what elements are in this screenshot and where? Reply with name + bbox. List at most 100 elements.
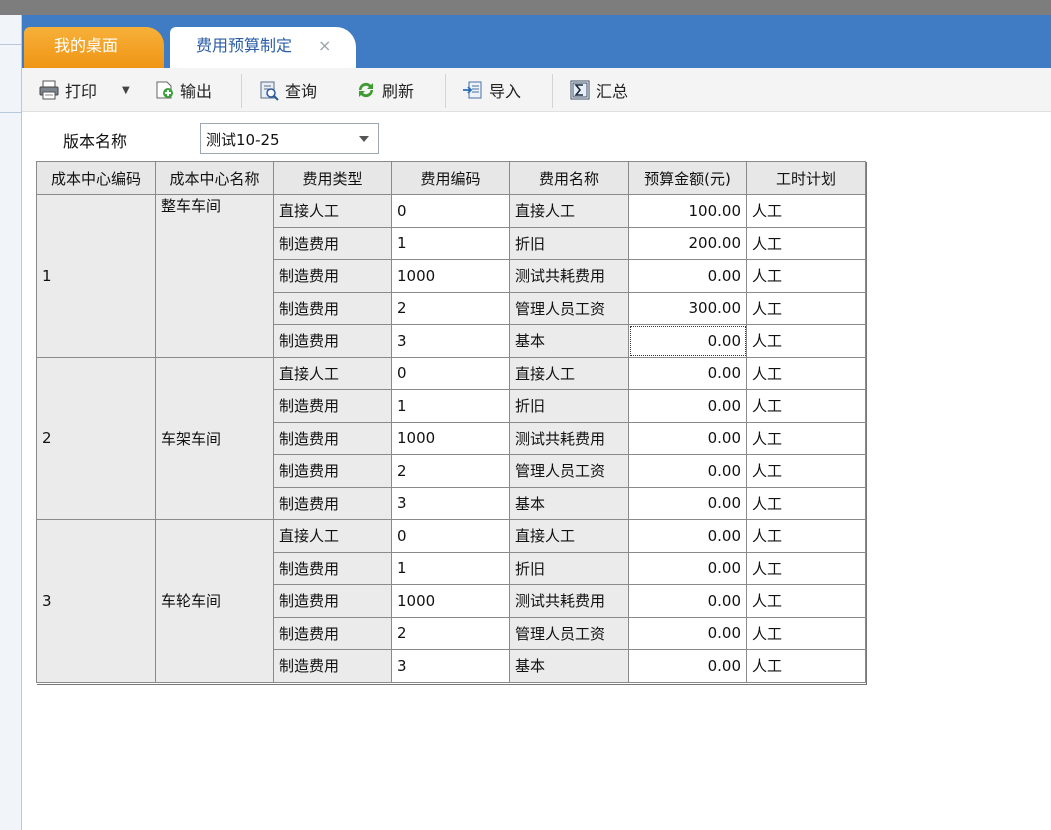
expense-name-cell[interactable]: 折旧	[509, 389, 629, 423]
work-hours-plan-cell[interactable]: 人工	[746, 454, 866, 488]
budget-amount-cell[interactable]: 0.00	[628, 389, 747, 423]
cost-center-name-cell[interactable]: 1整车车间	[155, 194, 274, 358]
expense-name-cell[interactable]: 基本	[509, 486, 629, 520]
table-row[interactable]: 3 车轮车间 直接人工 0 直接人工 0.00 人工	[36, 519, 866, 683]
budget-amount-cell[interactable]: 0.00	[628, 649, 747, 683]
work-hours-plan-cell[interactable]: 人工	[746, 584, 866, 618]
refresh-button[interactable]: 刷新	[355, 77, 414, 103]
expense-name-cell[interactable]: 管理人员工资	[509, 291, 629, 325]
cost-center-code-cell[interactable]: 2	[36, 356, 156, 520]
work-hours-plan-cell[interactable]: 人工	[746, 356, 866, 390]
expense-code-cell[interactable]: 3	[391, 486, 510, 520]
expense-type-cell[interactable]: 制造费用	[273, 454, 392, 488]
work-hours-plan-cell[interactable]: 人工	[746, 551, 866, 585]
budget-amount-cell[interactable]: 100.00	[628, 194, 747, 228]
close-icon[interactable]: ×	[318, 27, 331, 65]
expense-name-cell[interactable]: 直接人工	[509, 519, 629, 553]
cost-center-name-cell[interactable]: 车轮车间	[155, 519, 274, 683]
expense-type-cell[interactable]: 制造费用	[273, 291, 392, 325]
expense-type-cell[interactable]: 制造费用	[273, 486, 392, 520]
budget-amount-cell[interactable]: 0.00	[628, 356, 747, 390]
budget-amount-cell[interactable]: 0.00	[628, 519, 747, 553]
chevron-down-icon[interactable]	[359, 136, 369, 142]
expense-name-cell[interactable]: 测试共耗费用	[509, 421, 629, 455]
work-hours-plan-cell[interactable]: 人工	[746, 486, 866, 520]
print-dropdown-button[interactable]: ▼	[122, 77, 130, 103]
cost-center-name-cell[interactable]: 车架车间	[155, 356, 274, 520]
expense-code-cell[interactable]: 1	[391, 226, 510, 260]
expense-code-cell[interactable]: 3	[391, 649, 510, 683]
tab-budget-planning[interactable]: 费用预算制定 ×	[170, 27, 356, 68]
left-side-panel[interactable]	[0, 15, 22, 830]
expense-name-cell[interactable]: 直接人工	[509, 194, 629, 228]
budget-amount-cell[interactable]: 0.00	[628, 584, 747, 618]
budget-amount-cell[interactable]: 0.00	[628, 486, 747, 520]
column-header-expense-type[interactable]: 费用类型	[273, 161, 392, 195]
column-header-cost-center-code[interactable]: 成本中心编码	[36, 161, 156, 195]
work-hours-plan-cell[interactable]: 人工	[746, 194, 866, 228]
budget-amount-cell-selected[interactable]: 0.00	[628, 324, 747, 358]
expense-type-cell[interactable]: 直接人工	[273, 356, 392, 390]
expense-code-cell[interactable]: 2	[391, 454, 510, 488]
cost-center-code-cell[interactable]: 3	[36, 519, 156, 683]
expense-name-cell[interactable]: 基本	[509, 649, 629, 683]
print-button[interactable]: 打印	[38, 77, 97, 103]
expense-name-cell[interactable]: 折旧	[509, 551, 629, 585]
budget-amount-cell[interactable]: 200.00	[628, 226, 747, 260]
work-hours-plan-cell[interactable]: 人工	[746, 519, 866, 553]
tab-my-desktop[interactable]: 我的桌面	[24, 27, 164, 68]
budget-amount-cell[interactable]: 0.00	[628, 551, 747, 585]
expense-type-cell[interactable]: 制造费用	[273, 584, 392, 618]
expense-code-cell[interactable]: 1000	[391, 259, 510, 293]
table-row[interactable]: 1 1整车车间 直接人工 0 直接人工 100.00 人工	[36, 194, 866, 358]
work-hours-plan-cell[interactable]: 人工	[746, 324, 866, 358]
budget-amount-cell[interactable]: 0.00	[628, 454, 747, 488]
expense-code-cell[interactable]: 1000	[391, 584, 510, 618]
expense-code-cell[interactable]: 0	[391, 194, 510, 228]
column-header-cost-center-name[interactable]: 成本中心名称	[155, 161, 274, 195]
expense-name-cell[interactable]: 管理人员工资	[509, 616, 629, 650]
expense-code-cell[interactable]: 3	[391, 324, 510, 358]
work-hours-plan-cell[interactable]: 人工	[746, 291, 866, 325]
expense-code-cell[interactable]: 0	[391, 356, 510, 390]
expense-name-cell[interactable]: 管理人员工资	[509, 454, 629, 488]
expense-type-cell[interactable]: 直接人工	[273, 194, 392, 228]
work-hours-plan-cell[interactable]: 人工	[746, 649, 866, 683]
expense-name-cell[interactable]: 测试共耗费用	[509, 259, 629, 293]
expense-type-cell[interactable]: 直接人工	[273, 519, 392, 553]
expense-type-cell[interactable]: 制造费用	[273, 226, 392, 260]
expense-code-cell[interactable]: 1	[391, 551, 510, 585]
expense-code-cell[interactable]: 1	[391, 389, 510, 423]
expense-name-cell[interactable]: 基本	[509, 324, 629, 358]
expense-name-cell[interactable]: 测试共耗费用	[509, 584, 629, 618]
work-hours-plan-cell[interactable]: 人工	[746, 421, 866, 455]
work-hours-plan-cell[interactable]: 人工	[746, 226, 866, 260]
summary-button[interactable]: 汇总	[569, 77, 628, 103]
column-header-budget-amount[interactable]: 预算金额(元)	[628, 161, 747, 195]
budget-amount-cell[interactable]: 0.00	[628, 421, 747, 455]
column-header-expense-name[interactable]: 费用名称	[509, 161, 629, 195]
query-button[interactable]: 查询	[258, 77, 317, 103]
expense-name-cell[interactable]: 折旧	[509, 226, 629, 260]
import-button[interactable]: 导入	[462, 77, 521, 103]
budget-amount-cell[interactable]: 300.00	[628, 291, 747, 325]
expense-type-cell[interactable]: 制造费用	[273, 649, 392, 683]
expense-type-cell[interactable]: 制造费用	[273, 324, 392, 358]
work-hours-plan-cell[interactable]: 人工	[746, 389, 866, 423]
expense-code-cell[interactable]: 2	[391, 291, 510, 325]
expense-code-cell[interactable]: 1000	[391, 421, 510, 455]
expense-code-cell[interactable]: 0	[391, 519, 510, 553]
budget-amount-cell[interactable]: 0.00	[628, 259, 747, 293]
version-name-select[interactable]: 测试10-25	[200, 123, 379, 154]
expense-type-cell[interactable]: 制造费用	[273, 389, 392, 423]
cost-center-code-cell[interactable]: 1	[36, 194, 156, 358]
expense-type-cell[interactable]: 制造费用	[273, 259, 392, 293]
work-hours-plan-cell[interactable]: 人工	[746, 616, 866, 650]
expense-type-cell[interactable]: 制造费用	[273, 616, 392, 650]
table-row[interactable]: 2 车架车间 直接人工 0 直接人工 0.00 人工	[36, 356, 866, 520]
expense-code-cell[interactable]: 2	[391, 616, 510, 650]
budget-amount-cell[interactable]: 0.00	[628, 616, 747, 650]
column-header-expense-code[interactable]: 费用编码	[391, 161, 510, 195]
export-button[interactable]: 输出	[153, 77, 212, 103]
expense-name-cell[interactable]: 直接人工	[509, 356, 629, 390]
